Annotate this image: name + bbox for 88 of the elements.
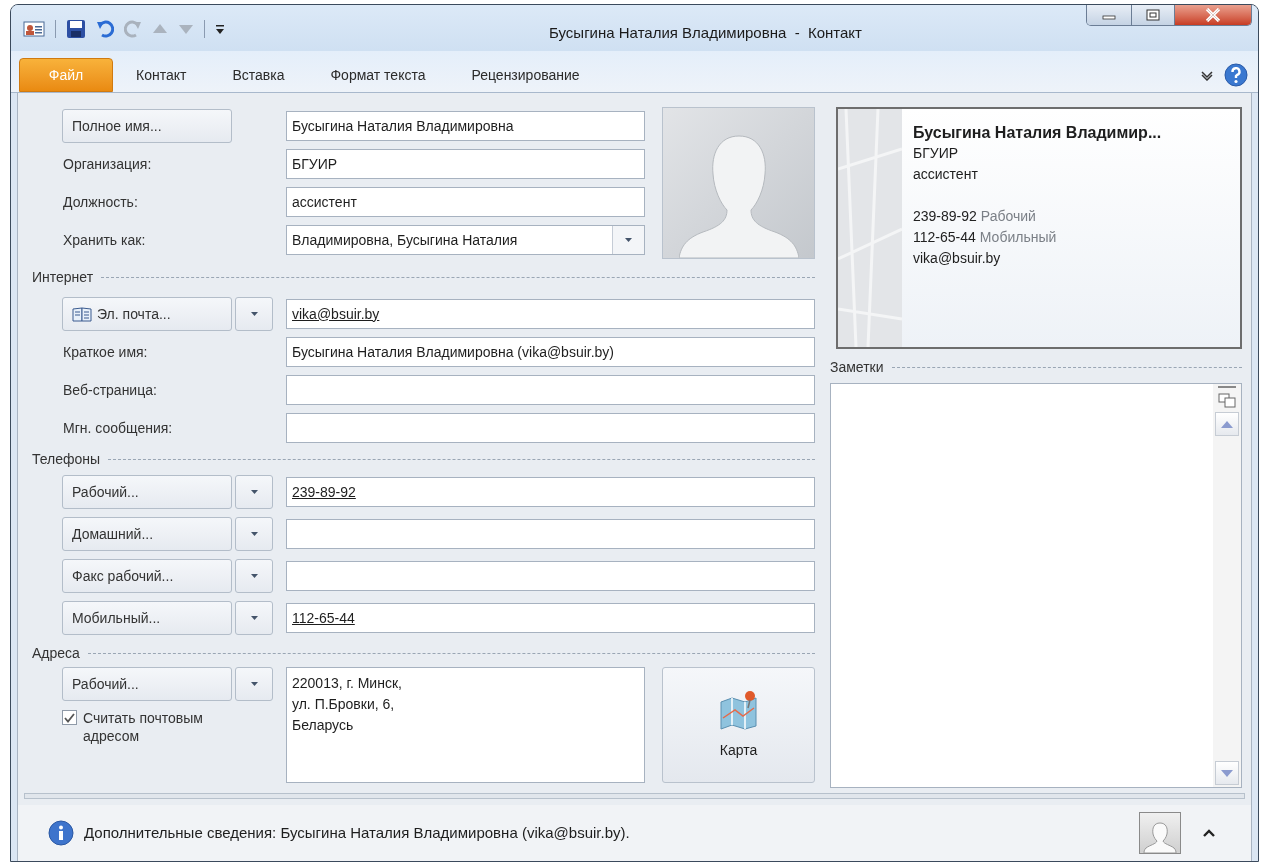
field-button[interactable]: Рабочий... xyxy=(62,475,232,509)
redo-icon xyxy=(124,20,142,38)
dropdown-button[interactable] xyxy=(235,517,273,551)
caret-icon xyxy=(625,238,632,242)
save-icon xyxy=(66,19,86,39)
person-icon xyxy=(1143,819,1177,853)
dropdown-button[interactable] xyxy=(235,601,273,635)
field-button[interactable]: Мобильный... xyxy=(62,601,232,635)
caret-icon xyxy=(250,312,258,316)
phone-type: Рабочий xyxy=(980,207,1036,226)
ribbon-tab[interactable]: Формат текста xyxy=(307,58,449,92)
map-button[interactable]: Карта xyxy=(662,667,815,783)
close-button[interactable] xyxy=(1175,5,1251,25)
section-header: Адреса xyxy=(32,643,80,663)
text-field[interactable]: 239-89-92 xyxy=(286,477,815,507)
maximize-button[interactable] xyxy=(1132,5,1175,25)
card-text: ассистент xyxy=(913,165,979,184)
down-arrow-icon xyxy=(178,23,194,35)
caret-icon xyxy=(250,532,258,536)
dropdown-button[interactable] xyxy=(235,475,273,509)
phone-number: 239-89-92 xyxy=(913,207,977,226)
info-icon xyxy=(48,820,74,846)
field-label: Мгн. сообщения: xyxy=(62,418,173,438)
scroll-down-button[interactable] xyxy=(1215,761,1239,785)
contact-card-icon xyxy=(23,20,45,38)
minimize-button[interactable] xyxy=(1087,5,1132,25)
caret-icon xyxy=(250,616,258,620)
address-book-icon xyxy=(72,306,92,322)
field-button[interactable]: Рабочий... xyxy=(62,667,232,701)
contact-photo-button[interactable] xyxy=(1139,812,1181,854)
mailing-address-checkbox[interactable]: Считать почтовым адресом xyxy=(62,709,286,745)
field-button[interactable]: Домашний... xyxy=(62,517,232,551)
close-icon xyxy=(1205,8,1221,22)
text-field[interactable]: 112-65-44 xyxy=(286,603,815,633)
dropdown-button[interactable] xyxy=(235,559,273,593)
field-button[interactable]: Факс рабочий... xyxy=(62,559,232,593)
window-title: Бусыгина Наталия Владимировна - Контакт xyxy=(548,23,863,43)
caret-icon xyxy=(250,682,258,686)
text-field[interactable]: ассистент xyxy=(286,187,645,217)
photo-button[interactable] xyxy=(662,107,815,259)
help-icon xyxy=(1224,63,1248,87)
address-field[interactable]: 220013, г. Минск, ул. П.Бровки, 6, Беларусь xyxy=(286,667,645,783)
contact-name: Бусыгина Наталия Владимир... xyxy=(913,123,1162,143)
field-label: Хранить как: xyxy=(62,230,146,250)
status-text: Дополнительные сведения: Бусыгина Наталия Владимировна (vika@bsuir.by). xyxy=(84,822,630,843)
combo-box[interactable]: Владимировна, Бусыгина Наталия xyxy=(286,225,645,255)
section-header: Интернет xyxy=(32,267,94,287)
caret-icon xyxy=(1203,829,1215,837)
up-arrow-icon xyxy=(1221,420,1233,428)
text-field[interactable]: БГУИР xyxy=(286,149,645,179)
view-toggle-icon xyxy=(1218,392,1236,408)
vertical-scrollbar[interactable] xyxy=(1213,384,1241,787)
text-field[interactable] xyxy=(286,375,815,405)
card-text: БГУИР xyxy=(913,144,960,163)
field-label: Веб-страница: xyxy=(62,380,157,400)
ribbon-tab[interactable]: Вставка xyxy=(209,58,308,92)
maximize-icon xyxy=(1146,9,1160,21)
field-label: Организация: xyxy=(62,154,152,174)
field-label: Краткое имя: xyxy=(62,342,148,362)
dropdown-button[interactable] xyxy=(235,297,273,331)
text-field[interactable] xyxy=(286,519,815,549)
caret-icon xyxy=(250,490,258,494)
field-label: Должность: xyxy=(62,192,138,212)
text-field[interactable] xyxy=(286,413,815,443)
card-email: vika@bsuir.by xyxy=(913,249,1002,268)
scroll-up-button[interactable] xyxy=(1215,412,1239,436)
section-header: Заметки xyxy=(830,357,884,377)
caret-icon xyxy=(250,574,258,578)
text-field[interactable]: Бусыгина Наталия Владимировна (vika@bsuir.by) xyxy=(286,337,815,367)
customize-menu-icon xyxy=(215,23,225,35)
up-arrow-icon xyxy=(152,23,168,35)
ribbon-tab[interactable]: Рецензирование xyxy=(448,58,603,92)
section-header: Телефоны xyxy=(32,449,101,469)
phone-number: 112-65-44 xyxy=(913,228,976,247)
down-arrow-icon xyxy=(1221,769,1233,777)
expand-ribbon-icon xyxy=(1200,69,1214,81)
check-icon xyxy=(64,712,75,723)
notes-field[interactable] xyxy=(830,383,1242,788)
ribbon-tab[interactable]: Контакт xyxy=(113,58,210,92)
map-icon xyxy=(720,690,756,730)
phone-type: Мобильный xyxy=(979,228,1057,247)
undo-icon xyxy=(96,20,114,38)
dropdown-button[interactable] xyxy=(235,667,273,701)
field-button[interactable]: Полное имя... xyxy=(62,109,232,143)
text-field[interactable] xyxy=(286,561,815,591)
text-field[interactable]: Бусыгина Наталия Владимировна xyxy=(286,111,645,141)
field-button[interactable]: Эл. почта... xyxy=(62,297,232,331)
text-field[interactable]: vika@bsuir.by xyxy=(286,299,815,329)
